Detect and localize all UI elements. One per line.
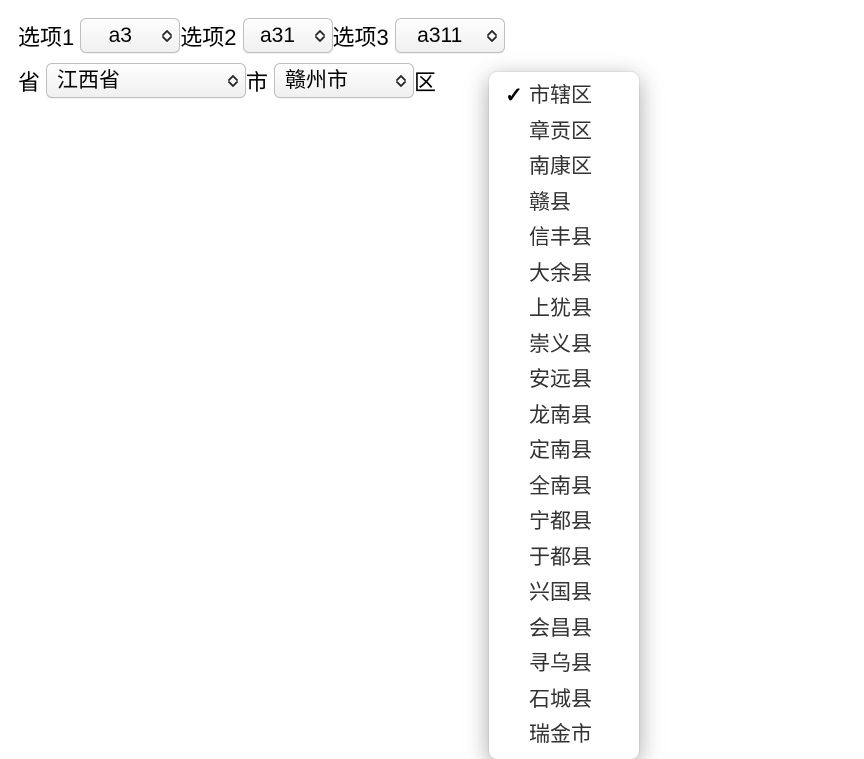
district-option-label: 于都县 xyxy=(529,542,592,574)
district-option[interactable]: 信丰县 xyxy=(489,220,639,256)
city-select[interactable]: 赣州市 xyxy=(274,63,414,98)
option2-label: 选项2 xyxy=(180,20,236,52)
province-select[interactable]: 江西省 xyxy=(46,63,246,98)
option1-select-wrap: a3 xyxy=(80,18,180,53)
district-option-label: 章贡区 xyxy=(529,116,592,148)
district-option-label: 瑞金市 xyxy=(529,719,592,751)
province-label: 省 xyxy=(18,65,40,97)
district-option-label: 寻乌县 xyxy=(529,648,592,680)
district-option-label: 市辖区 xyxy=(529,80,592,112)
district-option-label: 定南县 xyxy=(529,435,592,467)
option1-label: 选项1 xyxy=(18,20,74,52)
district-option[interactable]: 定南县 xyxy=(489,433,639,469)
option2-select-wrap: a31 xyxy=(243,18,333,53)
district-option[interactable]: ✓市辖区 xyxy=(489,78,639,114)
district-option[interactable]: 寻乌县 xyxy=(489,646,639,682)
district-option[interactable]: 兴国县 xyxy=(489,575,639,611)
province-select-wrap: 江西省 xyxy=(46,63,246,98)
city-label: 市 xyxy=(246,65,268,97)
district-option[interactable]: 于都县 xyxy=(489,540,639,576)
district-option[interactable]: 崇义县 xyxy=(489,327,639,363)
district-option[interactable]: 全南县 xyxy=(489,469,639,505)
district-option-label: 安远县 xyxy=(529,364,592,396)
city-select-wrap: 赣州市 xyxy=(274,63,414,98)
row-options: 选项1 a3 选项2 a31 选项3 a311 xyxy=(18,18,846,53)
district-option[interactable]: 瑞金市 xyxy=(489,717,639,753)
district-option-label: 信丰县 xyxy=(529,222,592,254)
district-option[interactable]: 大余县 xyxy=(489,256,639,292)
district-option-label: 石城县 xyxy=(529,684,592,716)
district-option-label: 全南县 xyxy=(529,471,592,503)
district-option-label: 上犹县 xyxy=(529,293,592,325)
district-option-label: 崇义县 xyxy=(529,329,592,361)
district-option-label: 兴国县 xyxy=(529,577,592,609)
district-option[interactable]: 赣县 xyxy=(489,185,639,221)
district-option[interactable]: 宁都县 xyxy=(489,504,639,540)
district-option[interactable]: 上犹县 xyxy=(489,291,639,327)
district-option-label: 大余县 xyxy=(529,258,592,290)
district-option-label: 宁都县 xyxy=(529,506,592,538)
district-option-label: 南康区 xyxy=(529,151,592,183)
option3-select-wrap: a311 xyxy=(395,18,505,53)
district-option-label: 龙南县 xyxy=(529,400,592,432)
district-option[interactable]: 安远县 xyxy=(489,362,639,398)
district-option-label: 赣县 xyxy=(529,187,571,219)
district-option[interactable]: 石城县 xyxy=(489,682,639,718)
form-container: 选项1 a3 选项2 a31 选项3 a311 省 xyxy=(18,18,846,98)
district-option[interactable]: 章贡区 xyxy=(489,114,639,150)
district-option-label: 会昌县 xyxy=(529,613,592,645)
option3-select[interactable]: a311 xyxy=(395,18,505,53)
district-option[interactable]: 会昌县 xyxy=(489,611,639,647)
district-label: 区 xyxy=(414,65,436,97)
option2-select[interactable]: a31 xyxy=(243,18,333,53)
row-region: 省 江西省 市 赣州市 区 xyxy=(18,63,846,98)
district-dropdown[interactable]: ✓市辖区章贡区南康区赣县信丰县大余县上犹县崇义县安远县龙南县定南县全南县宁都县于… xyxy=(489,72,639,759)
district-option[interactable]: 南康区 xyxy=(489,149,639,185)
option3-label: 选项3 xyxy=(333,20,389,52)
option1-select[interactable]: a3 xyxy=(80,18,180,53)
checkmark-icon: ✓ xyxy=(503,80,525,112)
district-option[interactable]: 龙南县 xyxy=(489,398,639,434)
